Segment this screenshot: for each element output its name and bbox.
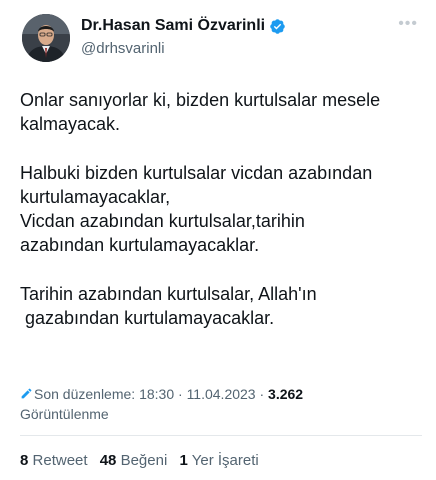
pencil-edit-icon	[21, 388, 32, 399]
bookmarks-label: Yer İşareti	[191, 452, 259, 469]
views-count: 3.262	[268, 386, 304, 402]
divider	[20, 435, 422, 436]
avatar[interactable]	[22, 14, 70, 62]
tweet-header: Dr.Hasan Sami Özvarinli @drhsvarinli •••	[22, 14, 422, 64]
tweet-stats: 8 Retweet 48 Beğeni 1 Yer İşareti	[20, 452, 267, 469]
name-row: Dr.Hasan Sami Özvarinli	[81, 17, 286, 35]
tweet-date[interactable]: 11.04.2023	[187, 386, 256, 402]
meta-separator: ·	[174, 386, 187, 402]
verified-badge-icon[interactable]	[269, 18, 286, 35]
likes-label: Beğeni	[120, 452, 168, 469]
retweets-count: 8	[20, 452, 29, 469]
likes-stat[interactable]: 48 Beğeni	[100, 452, 168, 469]
likes-count: 48	[99, 452, 117, 469]
display-name[interactable]: Dr.Hasan Sami Özvarinli	[81, 17, 265, 35]
meta-separator: ·	[255, 386, 269, 402]
edited-label[interactable]: Son düzenleme: 18:30	[34, 386, 174, 402]
tweet-text: Onlar sanıyorlar ki, bizden kurtulsalar …	[20, 90, 381, 328]
views-label: Görüntülenme	[20, 406, 109, 422]
bookmarks-count: 1	[179, 452, 188, 469]
retweets-stat[interactable]: 8 Retweet	[20, 452, 88, 469]
more-options-icon[interactable]: •••	[398, 16, 418, 32]
retweets-label: Retweet	[32, 452, 88, 469]
user-handle[interactable]: @drhsvarinli	[81, 40, 165, 57]
bookmarks-stat[interactable]: 1 Yer İşareti	[179, 452, 258, 469]
avatar-photo	[22, 14, 70, 62]
tweet-meta: Son düzenleme: 18:30 · 11.04.2023 · 3.26…	[20, 384, 420, 424]
